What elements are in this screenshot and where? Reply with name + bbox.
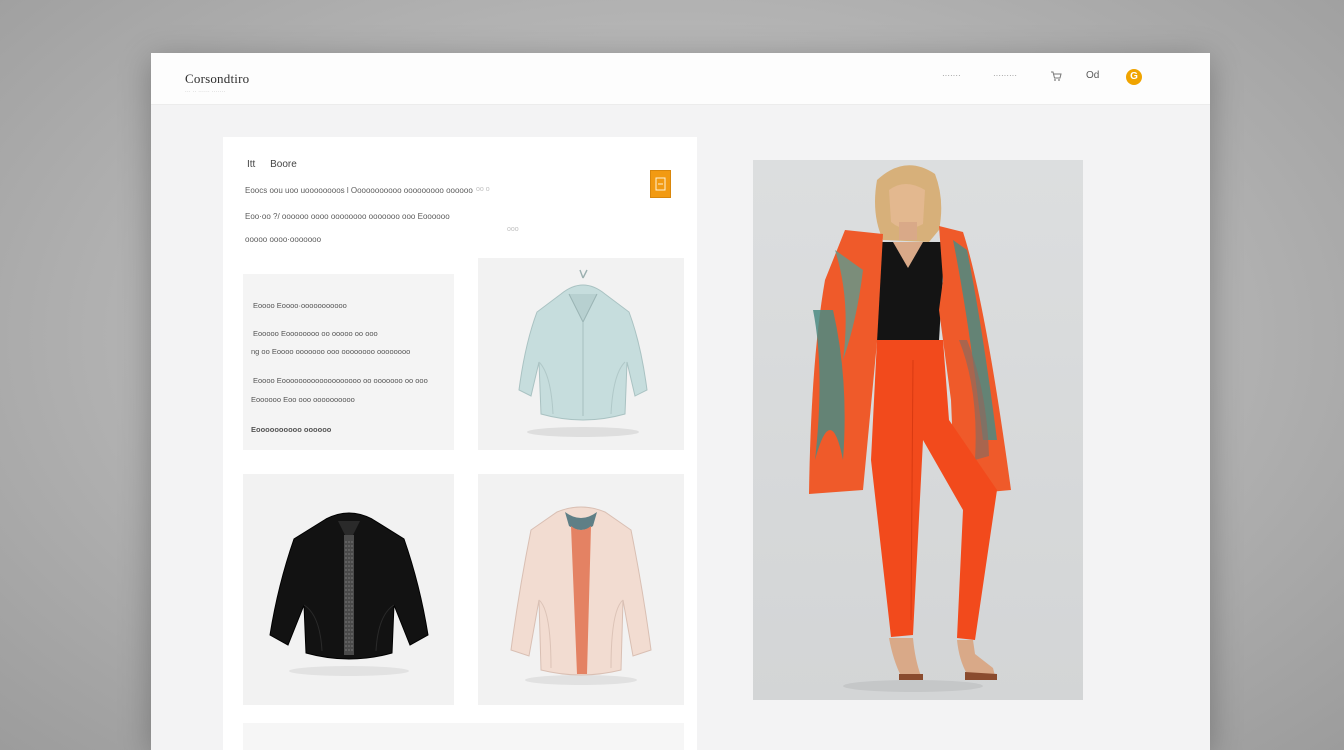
avatar-icon[interactable]: G [1126, 69, 1142, 85]
nav-link-3[interactable]: Od [1086, 70, 1099, 81]
faint-text-2: ooo [507, 226, 519, 233]
top-nav-bar: Corsondtiro ··· ·· ······ ······· ······… [151, 53, 1210, 105]
badge-icon[interactable] [650, 170, 671, 198]
panel-heading-2: Boore [270, 159, 297, 170]
description-line-2: Eoo·oo ?/ oooooo oooo oooooooo ooooooo o… [245, 212, 450, 221]
details-card: Eoooo Eoooo·ooooooooooo Eooooo Eoooooooo… [243, 274, 454, 450]
black-jacket-image [268, 512, 429, 676]
product-panel: Itt Boore Eoocs oou uoo uoooooooos l Ooo… [223, 137, 697, 750]
hero-model-image[interactable] [753, 160, 1083, 700]
panel-heading-1: Itt [247, 159, 256, 170]
details-line-3: ng oo Eoooo ooooooo ooo oooooooo ooooooo… [251, 347, 411, 356]
nav-link-2[interactable]: ········· [993, 71, 1017, 80]
mint-jacket-image [518, 269, 648, 437]
description-line-3: ooooo oooo·ooooooo [245, 235, 322, 244]
details-line-2: Eooooo Eoooooooo oo ooooo oo ooo [253, 329, 378, 338]
brand-logo[interactable]: Corsondtiro ··· ·· ······ ······· [185, 71, 249, 95]
description-line-1: Eoocs oou uoo uoooooooos l Ooooooooooo o… [245, 186, 473, 195]
brand-name: Corsondtiro [185, 71, 250, 86]
cart-icon[interactable] [1050, 70, 1062, 82]
details-line-1: Eoooo Eoooo·ooooooooooo [253, 301, 347, 310]
blush-jacket-image [510, 506, 652, 685]
nav-link-1[interactable]: ······· [942, 71, 961, 80]
product-card-mint-jacket[interactable] [478, 258, 684, 450]
details-line-5: Eoooooo Eoo ooo oooooooooo [251, 395, 355, 404]
details-line-4: Eoooo Eooooooooooooooooooo oo ooooooo oo… [253, 376, 428, 385]
browser-window: Corsondtiro ··· ·· ······ ······· ······… [151, 53, 1210, 750]
details-line-6: Eoooooooooo oooooo [251, 425, 332, 434]
product-card-blush-jacket[interactable] [478, 474, 684, 705]
faint-text-1: oo o [476, 186, 490, 193]
product-card-partial[interactable] [243, 723, 684, 750]
panel-heading: Itt Boore [247, 159, 309, 170]
model-figure [809, 165, 1011, 692]
brand-tagline: ··· ·· ······ ······· [185, 89, 226, 95]
product-card-black-jacket[interactable] [243, 474, 454, 705]
